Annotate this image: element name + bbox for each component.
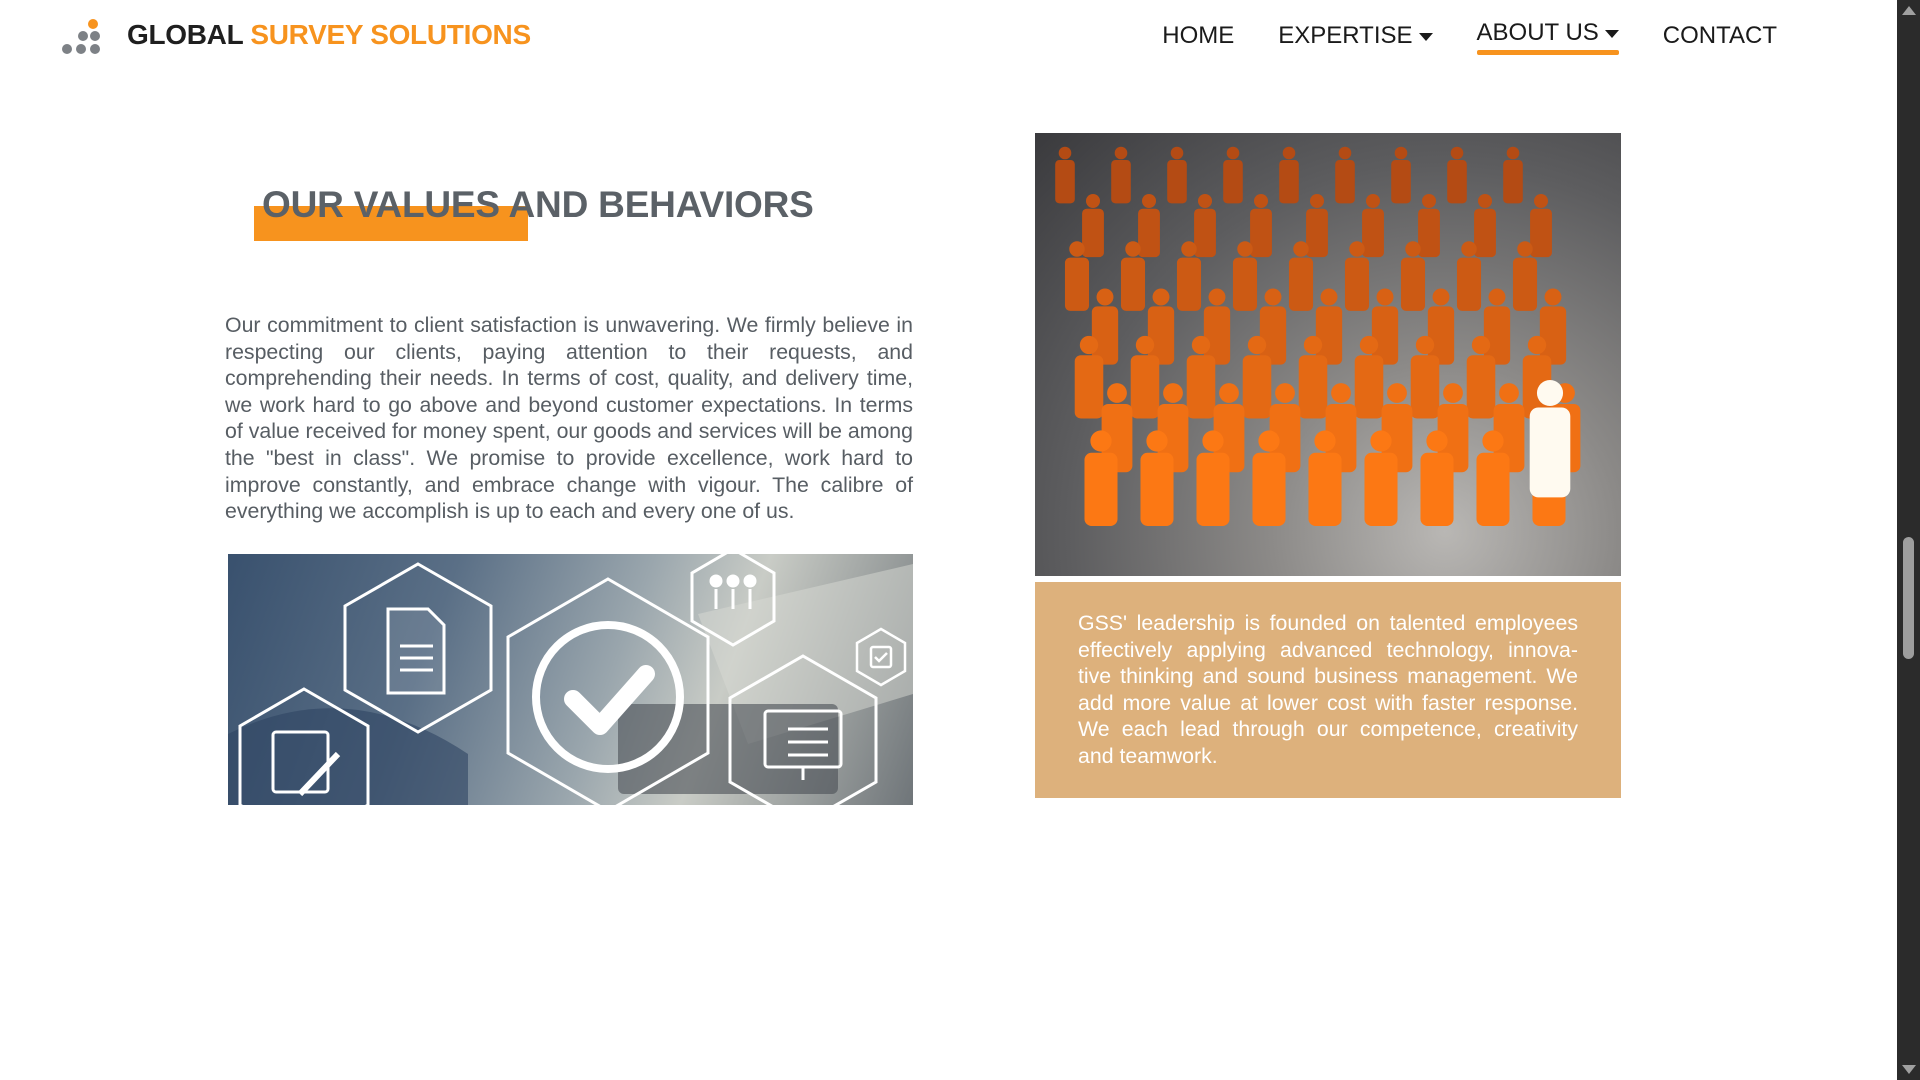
- crowd-figure: [1111, 146, 1131, 204]
- page-scrollbar[interactable]: [1897, 0, 1920, 1080]
- crowd-figure: [1362, 193, 1384, 258]
- crowd-figure: [1194, 193, 1216, 258]
- section-heading: OUR VALUES AND BEHAVIORS: [262, 184, 814, 225]
- leadership-caption-box: GSS' leadership is founded on talented e…: [1035, 582, 1621, 798]
- nav-contact-label: CONTACT: [1662, 22, 1777, 49]
- crowd-figure: [1250, 193, 1272, 258]
- values-paragraph: Our commitment to client satisfaction is…: [225, 313, 913, 524]
- checkmark-icon: [506, 577, 710, 805]
- nav-about-us-label: ABOUT US: [1476, 19, 1599, 46]
- scroll-up-arrow-icon[interactable]: [1902, 6, 1916, 15]
- crowd-figure: [1279, 146, 1299, 204]
- logo-dots-icon[interactable]: [58, 16, 104, 62]
- brand-name-part2: SURVEY SOLUTIONS: [250, 19, 531, 50]
- scroll-down-arrow-icon[interactable]: [1902, 1065, 1916, 1074]
- site-header: GLOBAL SURVEY SOLUTIONS HOME EXPERTISE A…: [0, 0, 1897, 80]
- crowd-figure: [1055, 146, 1075, 204]
- crowd-figure: [1167, 146, 1187, 204]
- crowd-figure: [1082, 193, 1104, 258]
- crowd-figure: [1447, 146, 1467, 204]
- crowd-figure: [1391, 146, 1411, 204]
- crowd-figure: [1530, 193, 1552, 258]
- crowd-figure: [1539, 288, 1567, 365]
- section-heading-wrap: OUR VALUES AND BEHAVIORS: [254, 184, 814, 241]
- caret-down-icon: [1418, 33, 1433, 41]
- crowd-figure: [1371, 288, 1399, 365]
- crowd-figure: [1427, 288, 1455, 365]
- nav-home[interactable]: HOME: [1162, 22, 1234, 58]
- nav-expertise-label: EXPERTISE: [1278, 22, 1413, 49]
- crowd-figure: [1147, 288, 1175, 365]
- values-icons-image: [228, 554, 913, 805]
- crowd-figure: [1503, 146, 1523, 204]
- crowd-figure: [1335, 146, 1355, 204]
- crowd-figure: [1138, 193, 1160, 258]
- crowd-figure: [1306, 193, 1328, 258]
- nav-contact[interactable]: CONTACT: [1663, 22, 1777, 58]
- nav-about-us[interactable]: ABOUT US: [1476, 19, 1620, 55]
- crowd-figure: [1474, 193, 1496, 258]
- crowd-figure: [1483, 288, 1511, 365]
- leadership-figures-image: [1035, 133, 1621, 576]
- crowd-figure: [1091, 288, 1119, 365]
- caret-down-icon: [1604, 30, 1619, 38]
- scroll-thumb[interactable]: [1903, 537, 1914, 659]
- nav-home-label: HOME: [1162, 22, 1235, 49]
- crowd-figure: [1223, 146, 1243, 204]
- crowd-figure: [1315, 288, 1343, 365]
- main-nav: HOME EXPERTISE ABOUT US CONTACT: [1162, 19, 1777, 58]
- document-icon: [343, 562, 493, 734]
- crowd-figure: [1203, 288, 1231, 365]
- crowd-figure: [1259, 288, 1287, 365]
- nav-expertise[interactable]: EXPERTISE: [1278, 22, 1433, 58]
- brand-name-part1: GLOBAL: [127, 19, 243, 50]
- brand-name[interactable]: GLOBAL SURVEY SOLUTIONS: [127, 19, 531, 51]
- crowd-figure: [1418, 193, 1440, 258]
- leadership-caption: GSS' leadership is founded on talented e…: [1078, 611, 1578, 768]
